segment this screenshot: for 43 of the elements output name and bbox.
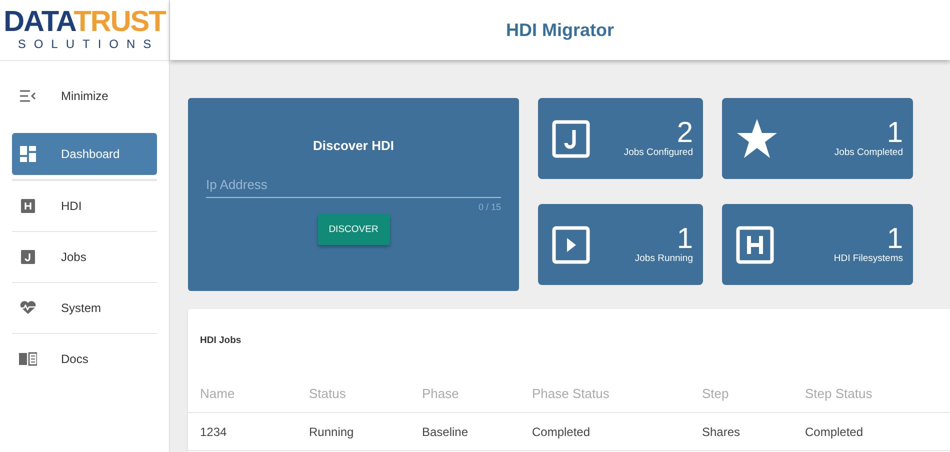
- logo: DATATRUST SOLUTIONS: [0, 0, 169, 61]
- nav-item[interactable]: System: [12, 287, 157, 329]
- book-icon: [19, 352, 37, 366]
- character-counter: 0 / 15: [478, 202, 501, 212]
- column-header[interactable]: Step: [702, 386, 805, 401]
- letter-j-icon: [552, 120, 590, 158]
- play-icon: [552, 226, 590, 264]
- nav-item[interactable]: Docs: [12, 338, 157, 380]
- star-icon: [736, 118, 778, 158]
- stat-label: Jobs Completed: [834, 147, 903, 158]
- letter-h-icon: [736, 226, 774, 264]
- letter-h-icon: [19, 199, 37, 213]
- stat-value: 1: [886, 119, 903, 147]
- nav-item[interactable]: Minimize: [12, 75, 157, 117]
- column-header[interactable]: Phase Status: [532, 386, 702, 401]
- input-field[interactable]: Ip Address: [206, 173, 501, 198]
- table-cell-text: 1234: [200, 424, 228, 438]
- nav-item[interactable]: Jobs: [12, 236, 157, 278]
- dashboard-icon: [19, 146, 37, 162]
- heartbeat-icon: [19, 301, 37, 315]
- stat-label: HDI Filesystems: [834, 253, 903, 264]
- minimize-icon: [19, 90, 37, 102]
- nav-item[interactable]: HDI: [12, 185, 157, 227]
- table-title: HDI Jobs: [199, 334, 242, 348]
- stat-value: 1: [676, 225, 693, 253]
- stat-value: 1: [886, 225, 903, 253]
- stat-value: 2: [676, 119, 693, 147]
- table-cell-text: Completed: [532, 424, 592, 438]
- column-header[interactable]: Phase: [422, 386, 532, 401]
- table-cell-text: Running: [309, 424, 355, 438]
- stat-label: Jobs Configured: [624, 147, 693, 158]
- discover-button[interactable]: DISCOVER: [318, 214, 390, 245]
- page-title: HDI Migrator: [506, 20, 614, 40]
- card-title: Discover HDI: [312, 138, 395, 153]
- stat-label: Jobs Running: [634, 253, 693, 264]
- letter-j-icon: [19, 250, 37, 264]
- nav-item[interactable]: Dashboard: [12, 133, 157, 175]
- column-header[interactable]: Name: [200, 386, 309, 401]
- column-header[interactable]: Status: [309, 386, 422, 401]
- column-header[interactable]: Step Status: [805, 386, 950, 401]
- table-cell-text: Shares: [702, 424, 742, 438]
- table-cell-text: Completed: [805, 424, 864, 438]
- table-cell-text: Baseline: [422, 424, 470, 438]
